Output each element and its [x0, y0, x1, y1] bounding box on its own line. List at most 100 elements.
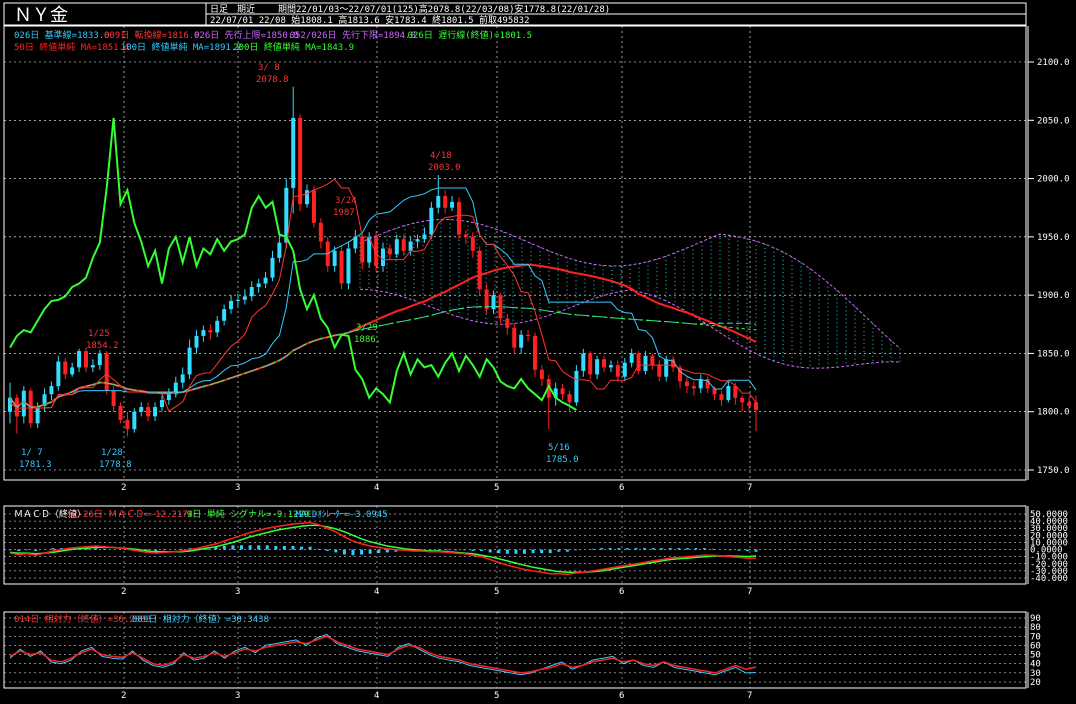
price-x-ticks: 2 3 4 5 6 7 [121, 483, 752, 493]
candle-body [436, 196, 441, 208]
period-info: 期間22/01/03～22/07/01(125)高2078.8(22/03/08… [278, 3, 610, 15]
price-grid [4, 26, 1026, 480]
candle-body [484, 289, 489, 310]
x-tick-label: 7 [747, 691, 752, 701]
candle-body [512, 327, 517, 348]
candle-body [311, 190, 316, 223]
candle-body [229, 300, 234, 310]
candle-body [664, 359, 669, 377]
legend-item-3: 052/026日 先行下限=1894.0 [290, 29, 416, 41]
candle-body [63, 361, 68, 375]
annotation-date: 4/18 [430, 151, 452, 161]
candle-body [118, 405, 123, 420]
candle-body [456, 201, 461, 235]
candle-body [477, 250, 482, 290]
candle-body [560, 388, 565, 395]
candle-body [726, 386, 731, 401]
candle-body [608, 365, 613, 368]
legend-item-3: MACDｵｼﾚｰﾀｰ=-3.0945 [296, 509, 388, 520]
candle-body [615, 365, 620, 377]
x-tick-label: 4 [374, 691, 379, 701]
chart-mode: 日足 期近 [210, 3, 255, 15]
legend-item-1: 100日 終値単純 MA=1891.2 [121, 41, 242, 53]
kijun-line [9, 187, 757, 409]
candle-body [35, 405, 40, 424]
annotation-price: 1781.3 [19, 460, 52, 470]
candle-body [139, 407, 144, 412]
annotation-price: 1785.0 [546, 455, 579, 465]
legend-item-2: 026日 先行上限=1850.0 [194, 29, 299, 41]
candle-body [125, 419, 130, 430]
candle-body [505, 318, 510, 328]
price-y-tick-label: 1950.0 [1037, 233, 1070, 243]
candle-body [83, 351, 88, 368]
legend-item-0: 50日 終値単純 MA=1851.4 [14, 41, 129, 53]
candle-body [159, 400, 164, 408]
candle-body [595, 359, 600, 375]
candle-body [408, 241, 413, 251]
candle-body [201, 330, 206, 336]
annotation-price: 1886. [354, 335, 381, 345]
candle-body [574, 370, 579, 403]
candle-body [754, 402, 758, 410]
candle-body [56, 361, 61, 387]
candle-body [747, 402, 752, 406]
candle-body [291, 117, 296, 188]
candle-body [298, 117, 303, 205]
annotation-date: 1/ 7 [21, 448, 43, 458]
candle-body [70, 367, 75, 375]
x-tick-label: 5 [494, 587, 499, 597]
x-tick-label: 3 [235, 691, 240, 701]
candle-body [740, 397, 745, 403]
candle-body [339, 250, 344, 284]
price-y-tick-label: 1750.0 [1037, 466, 1070, 476]
candle-body [415, 239, 420, 242]
candle-body [422, 234, 427, 240]
legend-item-1: 12-26日 ＭＡＣＤ=-12.2174 [67, 509, 193, 520]
x-tick-label: 2 [121, 587, 126, 597]
x-tick-label: 3 [235, 587, 240, 597]
annotation-price: 2003.0 [428, 163, 461, 173]
candle-body [360, 236, 365, 263]
candle-body [684, 381, 689, 387]
annotation-date: 3/ 8 [258, 63, 280, 73]
candle-body [381, 248, 385, 266]
legend-item-0: 014日 相対力（終値）=36.2803 [14, 613, 151, 625]
legend-item-4: 026日 遅行線(終値)=1801.5 [408, 29, 532, 41]
candle-body [270, 257, 275, 278]
candle-body [77, 351, 82, 368]
candle-body [450, 201, 455, 208]
legend-item-2: 200日 終値単純 MA=1843.9 [233, 41, 354, 53]
indicator-legend-row1: 026日 基準線=1833.0009日 転換線=1816.9026日 先行上限=… [14, 29, 532, 41]
candle-body [305, 190, 310, 205]
candle-body [194, 335, 199, 348]
candle-body [146, 407, 151, 417]
candle-body [187, 347, 192, 375]
candle-body [256, 283, 261, 287]
x-tick-label: 2 [121, 483, 126, 493]
candle-body [470, 236, 475, 251]
candle-body [235, 299, 240, 301]
candle-body [539, 369, 544, 380]
candle-body [104, 353, 109, 391]
candle-body [132, 411, 137, 430]
annotation-date: 1/28 [101, 448, 123, 458]
x-tick-label: 3 [235, 483, 240, 493]
candle-body [532, 335, 537, 370]
candle-body [650, 355, 655, 366]
candle-body [394, 239, 399, 255]
price-y-tick-label: 2050.0 [1037, 116, 1070, 126]
chart-canvas: ＮＹ金 日足 期近 期間22/01/03～22/07/01(125)高2078.… [3, 2, 1070, 701]
rsi-y-ticks: 9080706050403020 [1030, 614, 1041, 688]
annotation-date: 3/24 [335, 196, 357, 206]
macd-x-ticks: 2 3 4 5 6 7 [121, 587, 752, 597]
x-tick-label: 2 [121, 691, 126, 701]
candle-body [429, 207, 434, 235]
candle-body [318, 222, 323, 242]
candle-body [90, 365, 95, 368]
annotation-price: 2078.8 [256, 75, 289, 85]
candle-body [588, 353, 593, 375]
candle-body [733, 386, 738, 398]
candle-body [567, 394, 572, 403]
annotation-price: 1778.8 [99, 460, 132, 470]
